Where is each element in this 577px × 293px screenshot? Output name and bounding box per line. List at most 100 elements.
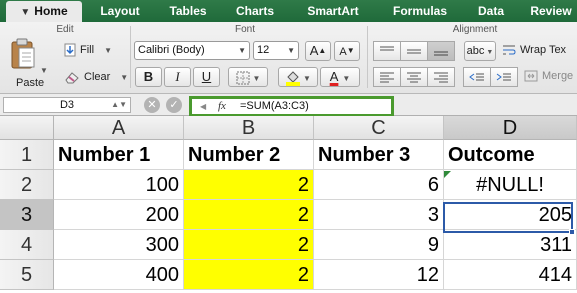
confirm-icon[interactable]: ✓ [166,97,182,113]
shrink-font-icon: ▼ [346,46,355,55]
tab-smartart[interactable]: SmartArt [292,0,374,22]
cancel-icon[interactable]: ✕ [144,97,160,113]
tab-layout[interactable]: Layout [88,0,152,22]
align-bottom-button[interactable] [427,41,455,61]
bold-button[interactable]: B [135,67,162,87]
error-indicator-icon[interactable] [444,171,451,178]
cell-d1[interactable]: Outcome [444,140,577,170]
merge-cells-icon [524,70,538,82]
shrink-font-button[interactable]: A▼ [334,41,360,61]
row-header-4[interactable]: 4 [0,230,54,260]
cell-d2[interactable]: #NULL! [444,170,577,200]
fx-icon[interactable]: fx [218,99,226,114]
row-header-2[interactable]: 2 [0,170,54,200]
fill-down-icon [64,43,76,57]
cell-d4[interactable]: 311 [444,230,577,260]
merge-button[interactable]: Merge [524,69,573,83]
cell-c2[interactable]: 6 [314,170,444,200]
italic-button[interactable]: I [164,67,191,87]
grow-font-icon: ▲ [318,46,327,55]
paste-dropdown-icon[interactable]: ▼ [40,66,48,75]
wrap-text-button[interactable]: Wrap Tex [502,43,566,57]
column-header-c[interactable]: C [314,116,444,140]
tab-data[interactable]: Data [466,0,516,22]
increase-indent-button[interactable] [490,67,518,87]
formula-input[interactable]: ◀ fx =SUM(A3:C3) [189,96,394,117]
name-box-value: D3 [59,99,75,111]
fill-button[interactable]: Fill ▼ [64,41,112,59]
column-header-d[interactable]: D [444,116,577,140]
cell-a4[interactable]: 300 [54,230,184,260]
cell-b2[interactable]: 2 [184,170,314,200]
paint-bucket-icon [286,70,301,86]
cell-b5[interactable]: 2 [184,260,314,290]
cell-b3[interactable]: 2 [184,200,314,230]
tab-home[interactable]: ▼ Home [6,1,82,22]
horizontal-align-group [373,67,455,87]
formula-bar-collapse-icon: ◀ [200,102,207,111]
align-right-icon [434,72,448,83]
row-header-3[interactable]: 3 [0,200,54,230]
align-bottom-icon [434,51,448,56]
align-right-button[interactable] [427,67,455,87]
cell-b4[interactable]: 2 [184,230,314,260]
clear-label: Clear [84,71,111,83]
orientation-button[interactable]: abc ▼ [464,41,496,61]
cell-c1[interactable]: Number 3 [314,140,444,170]
tab-tables[interactable]: Tables [158,0,218,22]
font-size-select[interactable]: 12 ▼ [253,41,299,60]
group-divider [367,26,368,88]
cell-d5[interactable]: 414 [444,260,577,290]
tab-charts[interactable]: Charts [224,0,286,22]
orientation-label: abc [466,45,485,57]
decrease-indent-button[interactable] [463,67,491,87]
decrease-indent-icon [469,73,484,81]
spreadsheet-grid: A B C D 1 Number 1 Number 2 Number 3 Out… [0,116,577,293]
column-header-b[interactable]: B [184,116,314,140]
font-size-value: 12 [257,44,270,56]
select-all-corner[interactable] [0,116,54,140]
align-left-button[interactable] [373,67,401,87]
paste-icon[interactable] [10,38,36,70]
alignment-group-title: Alignment [452,24,498,35]
cell-c4[interactable]: 9 [314,230,444,260]
underline-button[interactable]: U [193,67,220,87]
align-center-icon [407,72,421,83]
increase-indent-icon [496,73,511,81]
align-middle-button[interactable] [400,41,428,61]
font-name-select[interactable]: Calibri (Body) ▼ [134,41,250,60]
active-cell-border [443,202,573,233]
cell-a1[interactable]: Number 1 [54,140,184,170]
column-header-a[interactable]: A [54,116,184,140]
clear-button[interactable]: Clear ▼ [64,68,128,86]
fill-color-button[interactable]: ▼ [278,67,318,87]
font-color-label: A [329,69,339,84]
ribbon-panel: Edit ▼ Paste Fill ▼ Clear ▼ Font Calibri… [0,22,577,94]
align-top-icon [380,46,394,51]
name-box[interactable]: D3 ▲▼ [3,97,131,113]
align-center-button[interactable] [400,67,428,87]
fill-handle[interactable] [569,229,575,235]
orientation-dropdown-icon: ▼ [486,49,494,56]
vertical-align-group [373,41,455,61]
cell-a3[interactable]: 200 [54,200,184,230]
borders-button[interactable]: ▼ [228,67,268,87]
paste-label[interactable]: Paste [16,77,44,89]
font-color-button[interactable]: A ▼ [320,67,360,87]
cell-c3[interactable]: 3 [314,200,444,230]
cell-a5[interactable]: 400 [54,260,184,290]
tab-formulas[interactable]: Formulas [380,0,460,22]
clear-dropdown-icon: ▼ [120,72,129,82]
borders-icon [236,71,250,85]
indent-group [463,67,518,87]
cell-a2[interactable]: 100 [54,170,184,200]
cell-b1[interactable]: Number 2 [184,140,314,170]
borders-dropdown-icon: ▼ [252,74,261,83]
align-top-button[interactable] [373,41,401,61]
row-header-5[interactable]: 5 [0,260,54,290]
font-group-title: Font [234,24,255,35]
cell-c5[interactable]: 12 [314,260,444,290]
grow-font-button[interactable]: A▲ [305,41,331,61]
tab-review[interactable]: Review [522,0,577,22]
row-header-1[interactable]: 1 [0,140,54,170]
